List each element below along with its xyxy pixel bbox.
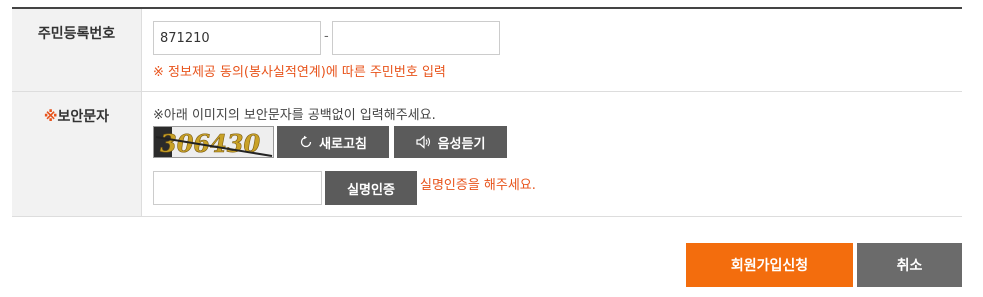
- captcha-label-text: 보안문자: [57, 109, 110, 125]
- required-mark: ※: [43, 109, 58, 125]
- verify-button-label: 실명인증: [347, 182, 395, 198]
- resident-number-separator: -: [324, 29, 329, 44]
- resident-number-notice: ※ 정보제공 동의(봉사실적연계)에 따른 주민번호 입력: [153, 65, 446, 80]
- speaker-icon: [415, 135, 432, 149]
- resident-number-row: 주민등록번호 - ※ 정보제공 동의(봉사실적연계)에 따른 주민번호 입력: [12, 9, 962, 92]
- captcha-text: 306430: [160, 129, 260, 158]
- resident-number-front-input[interactable]: [153, 21, 321, 55]
- refresh-button-label: 새로고침: [319, 136, 367, 152]
- captcha-cell: ※아래 이미지의 보안문자를 공백없이 입력해주세요. 306430 새로고침: [142, 92, 962, 216]
- cancel-button[interactable]: 취소: [857, 243, 962, 287]
- resident-number-label: 주민등록번호: [12, 9, 142, 91]
- captcha-graphic: 306430: [154, 127, 273, 158]
- resident-number-cell: - ※ 정보제공 동의(봉사실적연계)에 따른 주민번호 입력: [142, 9, 962, 91]
- captcha-label: ※보안문자: [12, 92, 142, 216]
- verify-notice: 실명인증을 해주세요.: [420, 178, 536, 193]
- refresh-icon: [299, 135, 313, 149]
- listen-button-label: 음성듣기: [437, 136, 486, 152]
- verify-name-button[interactable]: 실명인증: [325, 171, 417, 205]
- listen-captcha-button[interactable]: 음성듣기: [394, 126, 507, 158]
- submit-signup-button[interactable]: 회원가입신청: [686, 243, 853, 287]
- captcha-row: ※보안문자 ※아래 이미지의 보안문자를 공백없이 입력해주세요. 306430: [12, 92, 962, 217]
- member-form-table: 주민등록번호 - ※ 정보제공 동의(봉사실적연계)에 따른 주민번호 입력 ※…: [12, 7, 962, 217]
- captcha-input[interactable]: [153, 171, 322, 205]
- refresh-captcha-button[interactable]: 새로고침: [277, 126, 389, 158]
- resident-number-back-input[interactable]: [332, 21, 500, 55]
- captcha-image: 306430: [153, 126, 274, 158]
- captcha-instruction: ※아래 이미지의 보안문자를 공백없이 입력해주세요.: [153, 108, 436, 123]
